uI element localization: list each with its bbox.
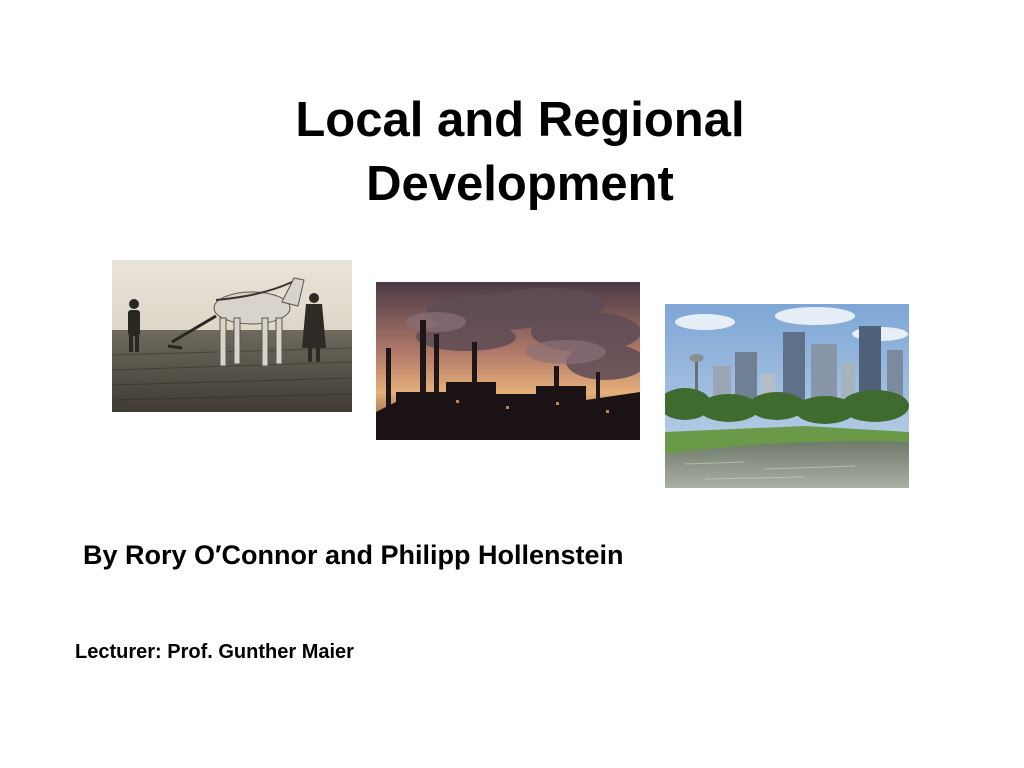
city-photo xyxy=(665,304,909,488)
farming-photo xyxy=(112,260,352,412)
industry-photo xyxy=(376,282,640,440)
lecturer-line: Lecturer: Prof. Gunther Maier xyxy=(75,641,354,663)
authors-line: By Rory O′Connor and Philipp Hollenstein xyxy=(83,540,624,570)
slide-title-line-2: Development xyxy=(366,157,674,211)
slide-title-line-1: Local and Regional xyxy=(295,93,745,147)
slide-title: Local and Regional Development xyxy=(200,88,840,216)
